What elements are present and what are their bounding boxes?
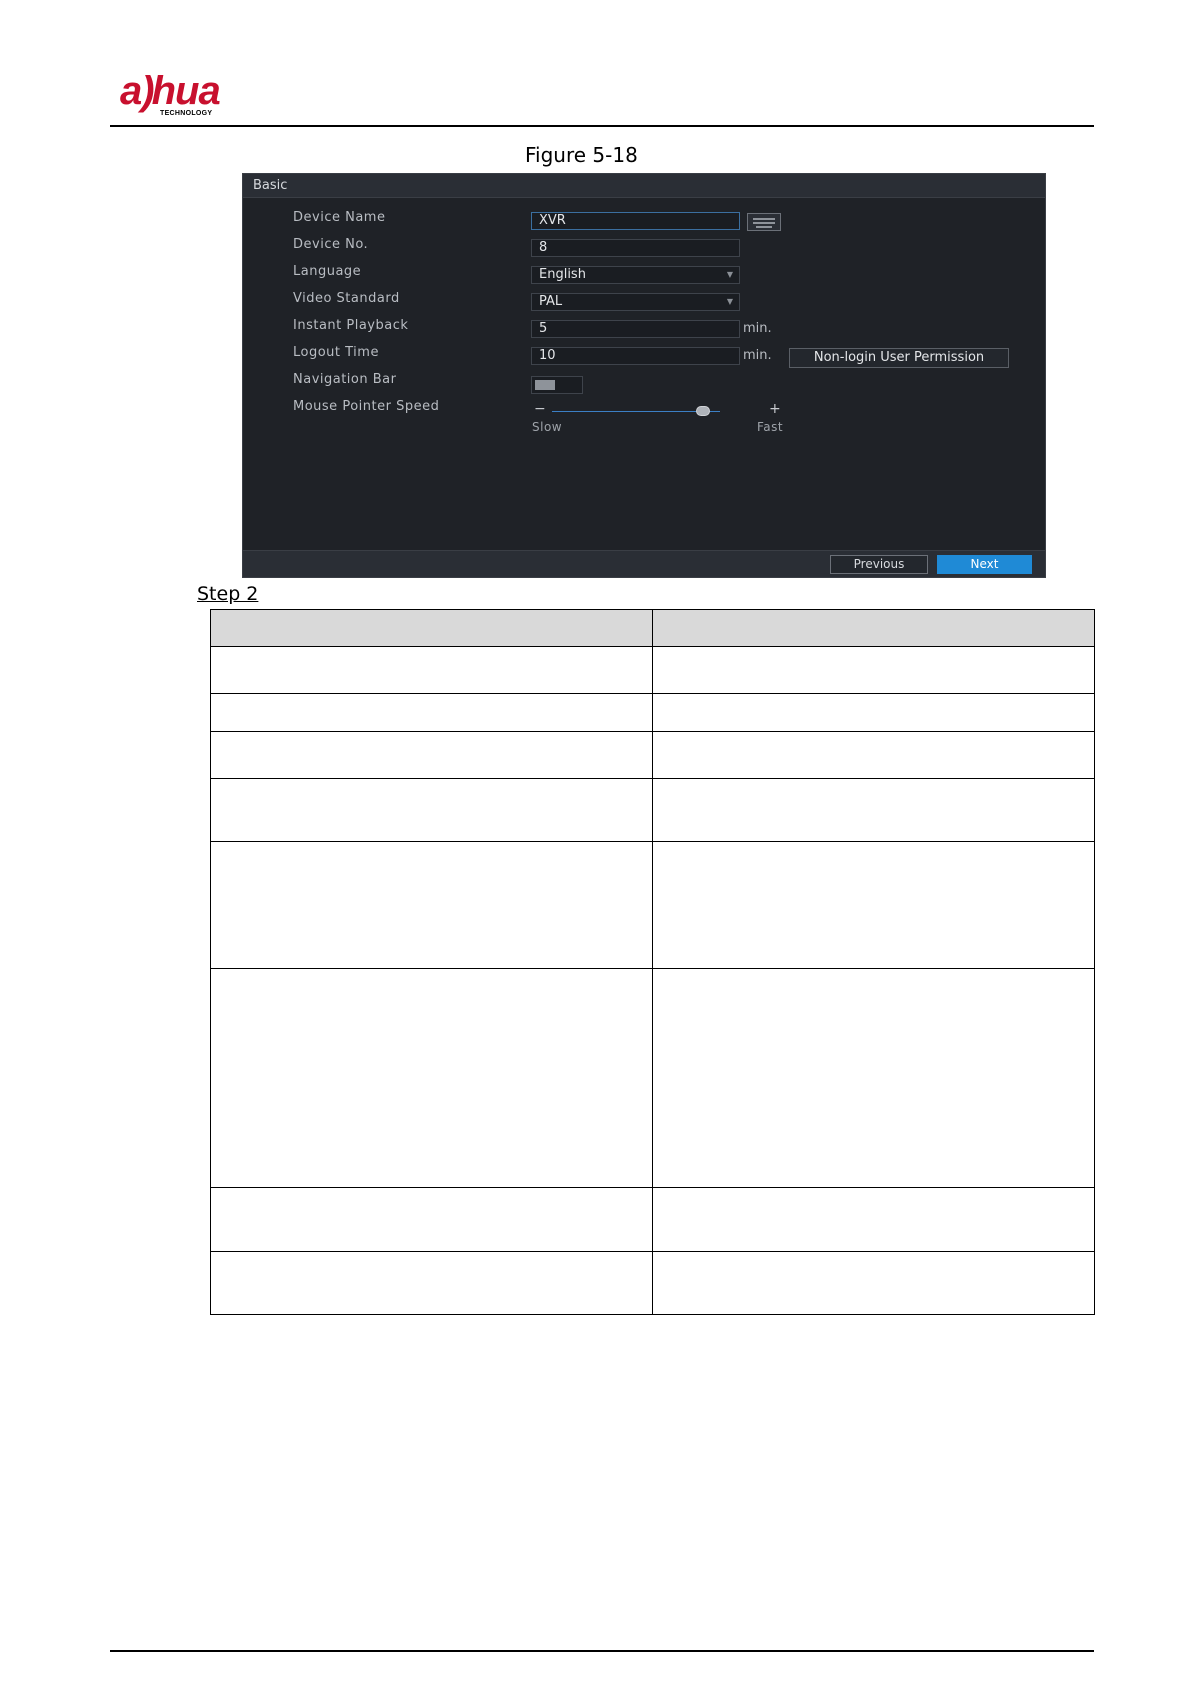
table-header-cell bbox=[652, 609, 1095, 647]
table-row bbox=[210, 968, 1095, 1188]
header-rule bbox=[110, 125, 1094, 127]
panel-footer: Previous Next bbox=[243, 550, 1045, 577]
table-cell bbox=[210, 1251, 653, 1315]
table-cell bbox=[210, 778, 653, 842]
table-cell bbox=[652, 1251, 1095, 1315]
table-header-row bbox=[210, 609, 1095, 647]
parameter-table bbox=[210, 609, 1095, 1315]
table-row bbox=[210, 731, 1095, 779]
language-select[interactable]: English ▼ bbox=[531, 266, 740, 284]
panel-title: Basic bbox=[243, 174, 1045, 198]
keyboard-icon[interactable] bbox=[747, 213, 781, 231]
table-cell bbox=[652, 731, 1095, 779]
table-cell bbox=[210, 968, 653, 1188]
logout-time-unit: min. bbox=[743, 348, 772, 363]
video-standard-label: Video Standard bbox=[293, 291, 400, 306]
table-row bbox=[210, 841, 1095, 969]
logo-tagline: TECHNOLOGY bbox=[160, 110, 213, 117]
logo-wordmark: a)hua bbox=[120, 69, 221, 113]
logout-time-label: Logout Time bbox=[293, 345, 379, 360]
table-cell bbox=[210, 693, 653, 732]
instant-playback-unit: min. bbox=[743, 321, 772, 336]
table-cell bbox=[210, 646, 653, 694]
device-no-input[interactable]: 8 bbox=[531, 239, 740, 257]
table-row bbox=[210, 693, 1095, 732]
chevron-down-icon: ▼ bbox=[726, 270, 733, 279]
basic-settings-panel: Basic Device Name XVR Device No. 8 Langu… bbox=[242, 173, 1046, 578]
device-name-label: Device Name bbox=[293, 210, 386, 225]
next-button[interactable]: Next bbox=[937, 555, 1032, 574]
video-standard-value: PAL bbox=[539, 294, 563, 309]
slider-min-label: Slow bbox=[532, 420, 563, 434]
slider-max-label: Fast bbox=[757, 420, 784, 434]
step-label: Step 2 bbox=[197, 583, 259, 605]
table-row bbox=[210, 1251, 1095, 1315]
table-cell bbox=[652, 1187, 1095, 1252]
footer-rule bbox=[110, 1650, 1094, 1652]
navigation-bar-toggle[interactable] bbox=[531, 376, 583, 394]
previous-button[interactable]: Previous bbox=[830, 555, 928, 574]
instant-playback-label: Instant Playback bbox=[293, 318, 409, 333]
table-row bbox=[210, 646, 1095, 694]
mouse-pointer-speed-label: Mouse Pointer Speed bbox=[293, 399, 440, 414]
figure-caption: Figure 5-18 bbox=[525, 143, 638, 167]
table-cell bbox=[652, 646, 1095, 694]
navigation-bar-label: Navigation Bar bbox=[293, 372, 397, 387]
language-value: English bbox=[539, 267, 586, 282]
table-cell bbox=[210, 731, 653, 779]
logout-time-input[interactable]: 10 bbox=[531, 347, 740, 365]
table-row bbox=[210, 778, 1095, 842]
language-label: Language bbox=[293, 264, 362, 279]
table-cell bbox=[652, 693, 1095, 732]
dahua-logo: a)hua TECHNOLOGY bbox=[120, 68, 255, 120]
table-header-cell bbox=[210, 609, 653, 647]
table-cell bbox=[652, 968, 1095, 1188]
device-name-input[interactable]: XVR bbox=[531, 212, 740, 230]
instant-playback-input[interactable]: 5 bbox=[531, 320, 740, 338]
minus-icon[interactable]: − bbox=[534, 401, 546, 417]
table-cell bbox=[210, 1187, 653, 1252]
table-row bbox=[210, 1187, 1095, 1252]
mouse-speed-slider-thumb[interactable] bbox=[696, 406, 711, 416]
table-cell bbox=[652, 778, 1095, 842]
plus-icon[interactable]: + bbox=[769, 401, 781, 417]
video-standard-select[interactable]: PAL ▼ bbox=[531, 293, 740, 311]
toggle-knob bbox=[535, 380, 555, 390]
non-login-user-permission-button[interactable]: Non-login User Permission bbox=[789, 348, 1009, 368]
table-cell bbox=[210, 841, 653, 969]
table-cell bbox=[652, 841, 1095, 969]
mouse-speed-slider-track[interactable] bbox=[552, 411, 720, 412]
device-no-label: Device No. bbox=[293, 237, 369, 252]
chevron-down-icon: ▼ bbox=[726, 297, 733, 306]
